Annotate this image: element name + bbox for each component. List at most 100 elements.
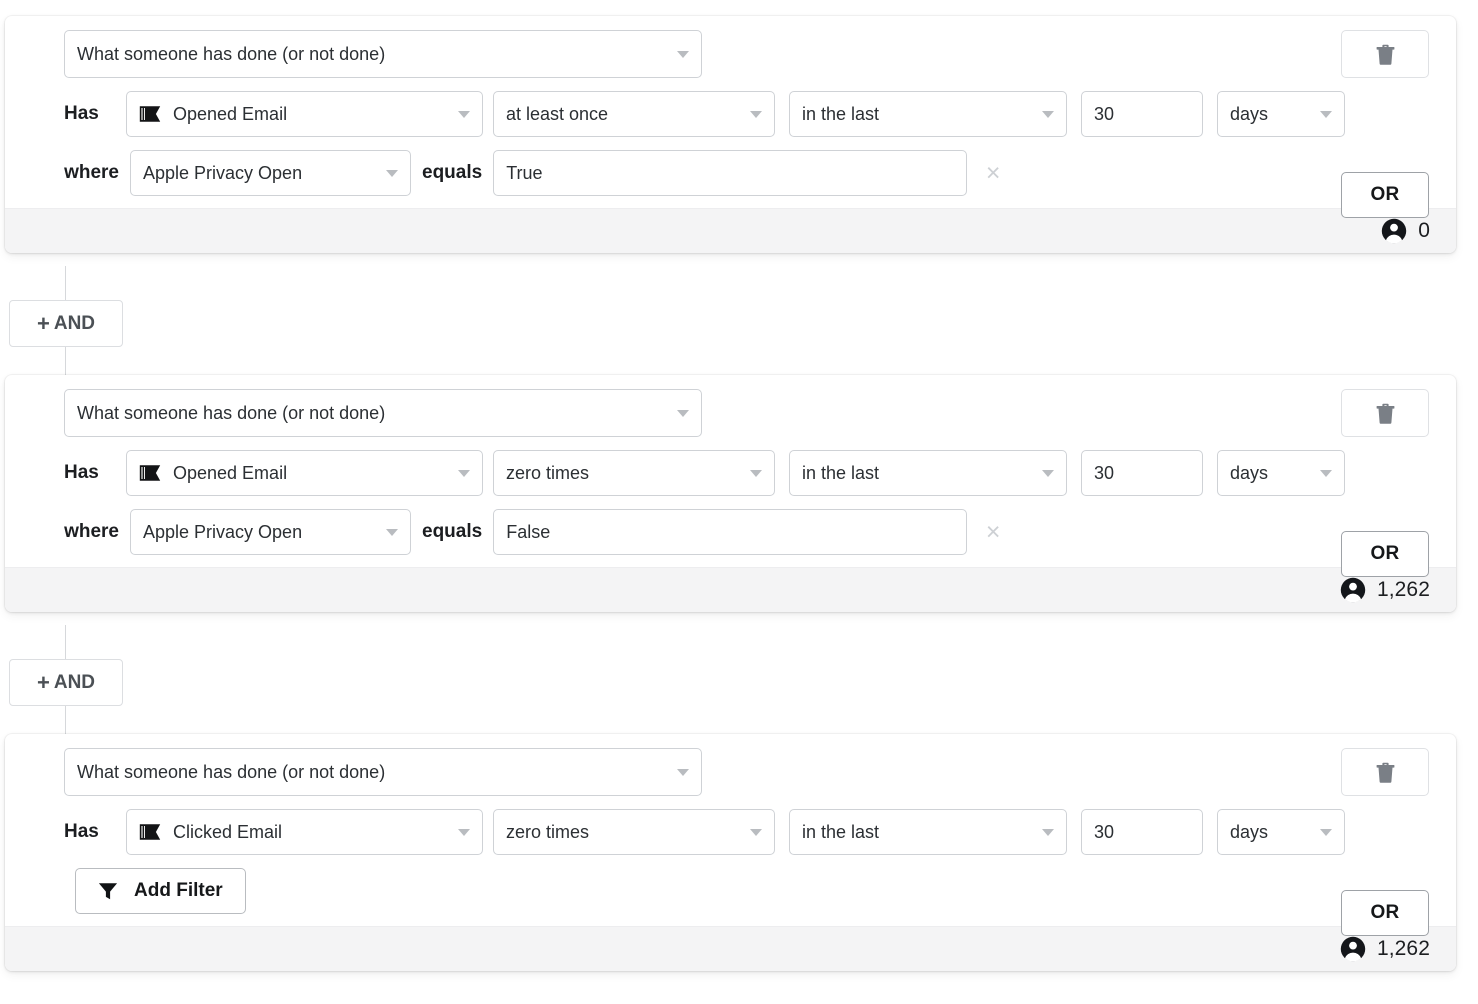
condition-group-2-body: What someone has done (or not done) Has	[5, 375, 1456, 567]
event-select[interactable]: Clicked Email	[126, 809, 483, 855]
timeframe-number-value: 30	[1094, 104, 1114, 125]
audience-count-value: 1,262	[1377, 937, 1430, 961]
funnel-icon	[98, 882, 118, 901]
condition-group-3-body: What someone has done (or not done) Has	[5, 734, 1456, 926]
frequency-value: zero times	[506, 822, 589, 843]
has-label: Has	[64, 462, 116, 484]
timeframe-select[interactable]: in the last	[789, 91, 1067, 137]
timeframe-unit-value: days	[1230, 822, 1268, 843]
event-flag-icon	[139, 105, 161, 123]
delete-group-button[interactable]	[1341, 748, 1429, 796]
property-value-text: True	[506, 163, 542, 184]
property-value-input[interactable]: False	[493, 509, 967, 555]
timeframe-select[interactable]: in the last	[789, 450, 1067, 496]
or-button[interactable]: OR	[1341, 531, 1429, 577]
or-button[interactable]: OR	[1341, 890, 1429, 936]
audience-count: 1,262	[1340, 936, 1430, 962]
condition-group-3: What someone has done (or not done) Has	[5, 734, 1456, 971]
timeframe-select[interactable]: in the last	[789, 809, 1067, 855]
timeframe-number-input[interactable]: 30	[1081, 91, 1203, 137]
chevron-down-icon	[677, 769, 689, 776]
plus-icon: +	[37, 672, 50, 694]
chevron-down-icon	[750, 111, 762, 118]
condition-group-1-body: What someone has done (or not done) Has	[5, 16, 1456, 208]
group-footer: 0	[5, 208, 1456, 253]
property-select[interactable]: Apple Privacy Open	[130, 150, 411, 196]
group-footer: 1,262	[5, 926, 1456, 971]
property-value-text: False	[506, 522, 550, 543]
property-value: Apple Privacy Open	[143, 163, 302, 184]
chevron-down-icon	[458, 111, 470, 118]
event-row: Has Opened Email at least once in the l	[23, 91, 1438, 137]
condition-type-select[interactable]: What someone has done (or not done)	[64, 748, 702, 796]
add-and-condition-button-1[interactable]: + AND	[9, 300, 123, 347]
chevron-down-icon	[677, 410, 689, 417]
chevron-down-icon	[1042, 111, 1054, 118]
timeframe-unit-select[interactable]: days	[1217, 809, 1345, 855]
frequency-select[interactable]: at least once	[493, 91, 775, 137]
trash-icon	[1376, 403, 1395, 424]
property-filter-row: where Apple Privacy Open equals False × …	[23, 509, 1438, 555]
timeframe-unit-select[interactable]: days	[1217, 91, 1345, 137]
plus-icon: +	[37, 313, 50, 335]
person-icon	[1340, 577, 1366, 603]
chevron-down-icon	[677, 51, 689, 58]
and-label: AND	[54, 313, 95, 335]
trash-icon	[1376, 44, 1395, 65]
condition-type-value: What someone has done (or not done)	[77, 403, 385, 424]
group-footer: 1,262	[5, 567, 1456, 612]
property-filter-row: where Apple Privacy Open equals True × O…	[23, 150, 1438, 196]
timeframe-unit-select[interactable]: days	[1217, 450, 1345, 496]
chevron-down-icon	[1320, 111, 1332, 118]
frequency-select[interactable]: zero times	[493, 809, 775, 855]
condition-group-1: What someone has done (or not done) Has	[5, 16, 1456, 253]
person-icon	[1340, 936, 1366, 962]
equals-label: equals	[422, 521, 482, 543]
segment-builder: What someone has done (or not done) Has	[0, 0, 1478, 1004]
condition-type-row: What someone has done (or not done)	[23, 389, 1438, 437]
chevron-down-icon	[1320, 829, 1332, 836]
timeframe-number-input[interactable]: 30	[1081, 809, 1203, 855]
chevron-down-icon	[750, 470, 762, 477]
frequency-select[interactable]: zero times	[493, 450, 775, 496]
timeframe-value: in the last	[802, 104, 879, 125]
delete-group-button[interactable]	[1341, 30, 1429, 78]
chevron-down-icon	[458, 829, 470, 836]
add-and-condition-button-2[interactable]: + AND	[9, 659, 123, 706]
chevron-down-icon	[386, 170, 398, 177]
timeframe-number-input[interactable]: 30	[1081, 450, 1203, 496]
add-filter-label: Add Filter	[134, 880, 223, 902]
chevron-down-icon	[1042, 829, 1054, 836]
condition-type-value: What someone has done (or not done)	[77, 44, 385, 65]
clear-filter-icon[interactable]: ×	[980, 160, 1006, 186]
clear-filter-icon[interactable]: ×	[980, 519, 1006, 545]
property-value-input[interactable]: True	[493, 150, 967, 196]
event-select[interactable]: Opened Email	[126, 450, 483, 496]
timeframe-value: in the last	[802, 463, 879, 484]
timeframe-unit-value: days	[1230, 104, 1268, 125]
has-label: Has	[64, 821, 116, 843]
event-select[interactable]: Opened Email	[126, 91, 483, 137]
event-name: Opened Email	[173, 104, 287, 125]
timeframe-unit-value: days	[1230, 463, 1268, 484]
audience-count-value: 1,262	[1377, 578, 1430, 602]
add-filter-button[interactable]: Add Filter	[75, 868, 246, 914]
event-name: Opened Email	[173, 463, 287, 484]
timeframe-number-value: 30	[1094, 463, 1114, 484]
chevron-down-icon	[1320, 470, 1332, 477]
or-button[interactable]: OR	[1341, 172, 1429, 218]
equals-label: equals	[422, 162, 482, 184]
condition-type-row: What someone has done (or not done)	[23, 30, 1438, 78]
property-select[interactable]: Apple Privacy Open	[130, 509, 411, 555]
condition-type-select[interactable]: What someone has done (or not done)	[64, 30, 702, 78]
person-icon	[1381, 218, 1407, 244]
frequency-value: zero times	[506, 463, 589, 484]
condition-group-2: What someone has done (or not done) Has	[5, 375, 1456, 612]
condition-type-select[interactable]: What someone has done (or not done)	[64, 389, 702, 437]
property-value: Apple Privacy Open	[143, 522, 302, 543]
chevron-down-icon	[750, 829, 762, 836]
event-flag-icon	[139, 823, 161, 841]
delete-group-button[interactable]	[1341, 389, 1429, 437]
trash-icon	[1376, 762, 1395, 783]
event-row: Has Opened Email zero times in the last	[23, 450, 1438, 496]
